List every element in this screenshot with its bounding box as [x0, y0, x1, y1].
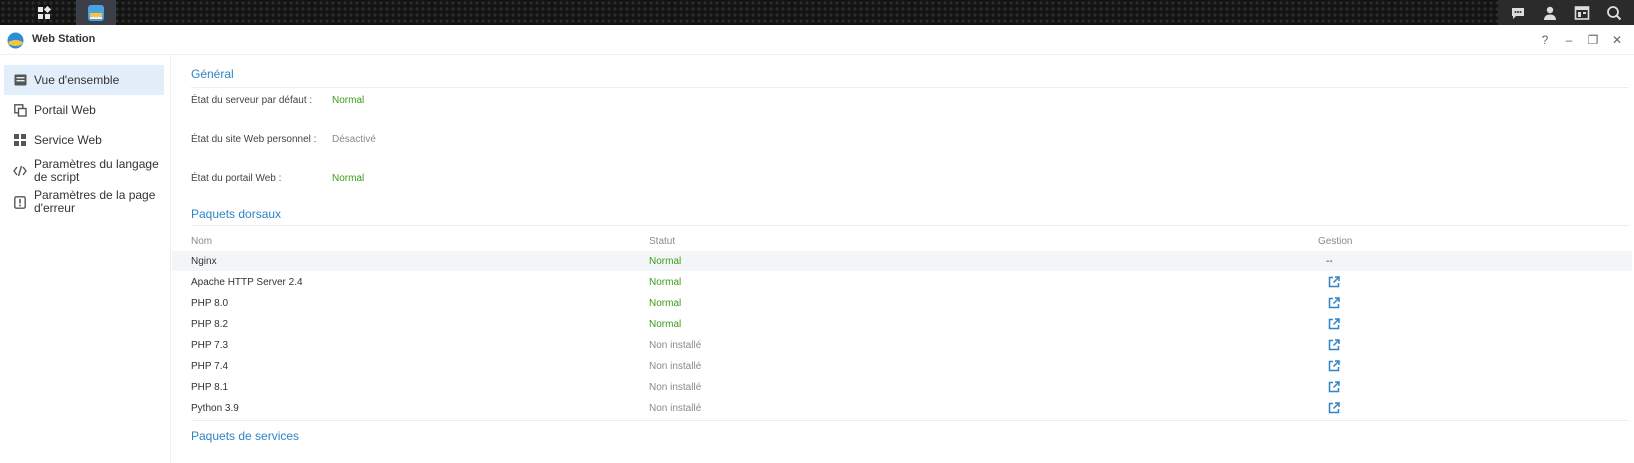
- sidebar: Vue d'ensemble Portail Web Service Web P…: [0, 55, 171, 463]
- package-name: PHP 7.4: [191, 361, 229, 372]
- webstation-logo-icon: [7, 32, 24, 49]
- sidebar-item-label: Portail Web: [34, 102, 96, 117]
- webstation-app-icon: [88, 4, 104, 21]
- default-server-status-label: État du serveur par défaut :: [191, 95, 313, 106]
- open-external-icon[interactable]: [1327, 297, 1341, 309]
- sidebar-item-label: Vue d'ensemble: [34, 72, 120, 87]
- personal-site-status-value: Désactivé: [332, 134, 376, 145]
- open-external-icon[interactable]: [1327, 318, 1341, 330]
- table-row[interactable]: Python 3.9 Non installé: [172, 398, 1632, 418]
- taskbar: [0, 0, 1634, 25]
- sidebar-item-web-service[interactable]: Service Web: [4, 126, 164, 154]
- table-row[interactable]: PHP 8.1 Non installé: [172, 377, 1632, 397]
- table-row[interactable]: PHP 8.0 Normal: [172, 293, 1632, 313]
- taskbar-tray: [1498, 0, 1634, 25]
- column-header-manage[interactable]: Gestion: [1318, 236, 1352, 247]
- sidebar-item-label: Paramètres du langage de script: [34, 157, 159, 184]
- table-row[interactable]: PHP 8.2 Normal: [172, 314, 1632, 334]
- package-name: PHP 8.1: [191, 382, 229, 393]
- package-name: Apache HTTP Server 2.4: [191, 277, 303, 288]
- widgets-icon[interactable]: [1571, 2, 1593, 24]
- sidebar-item-error-page[interactable]: Paramètres de la page d'erreur: [4, 187, 164, 217]
- open-external-icon[interactable]: [1327, 402, 1341, 414]
- section-divider: [191, 420, 1629, 421]
- window-controls: ? – ❐ ✕: [1536, 31, 1626, 49]
- close-button[interactable]: ✕: [1608, 31, 1626, 49]
- table-row[interactable]: PHP 7.4 Non installé: [172, 356, 1632, 376]
- default-server-status-value: Normal: [332, 95, 365, 106]
- help-button[interactable]: ?: [1536, 31, 1554, 49]
- table-row[interactable]: Nginx Normal --: [172, 251, 1632, 271]
- column-header-name[interactable]: Nom: [191, 236, 212, 247]
- package-status: Normal: [649, 256, 682, 267]
- section-divider: [191, 87, 1629, 88]
- package-status: Non installé: [649, 361, 702, 372]
- main-menu-button[interactable]: [22, 0, 66, 25]
- package-name: PHP 7.3: [191, 340, 229, 351]
- alert-icon: [13, 195, 27, 209]
- search-icon[interactable]: [1603, 2, 1625, 24]
- package-name: Nginx: [191, 256, 217, 267]
- window-titlebar: Web Station ? – ❐ ✕: [0, 25, 1634, 55]
- package-status: Normal: [649, 277, 682, 288]
- open-external-icon[interactable]: [1327, 381, 1341, 393]
- package-name: PHP 8.2: [191, 319, 229, 330]
- minimize-button[interactable]: –: [1560, 31, 1578, 49]
- table-row[interactable]: Apache HTTP Server 2.4 Normal: [172, 272, 1632, 292]
- sidebar-item-script-language[interactable]: Paramètres du langage de script: [4, 156, 164, 186]
- package-status: Non installé: [649, 403, 702, 414]
- web-portal-status-label: État du portail Web :: [191, 173, 282, 184]
- section-services-title: Paquets de services: [191, 429, 300, 443]
- window-title: Web Station: [32, 33, 96, 45]
- sidebar-item-label: Service Web: [34, 132, 102, 147]
- package-name: Python 3.9: [191, 403, 239, 414]
- manage-none: --: [1326, 256, 1333, 267]
- package-status: Normal: [649, 319, 682, 330]
- section-backend-title: Paquets dorsaux: [191, 207, 282, 221]
- user-icon[interactable]: [1539, 2, 1561, 24]
- section-divider: [191, 225, 1629, 226]
- package-name: PHP 8.0: [191, 298, 229, 309]
- main-content: Général État du serveur par défaut : Nor…: [172, 55, 1634, 463]
- web-portal-status-value: Normal: [332, 173, 365, 184]
- taskbar-webstation-button[interactable]: [76, 0, 116, 25]
- package-status: Non installé: [649, 340, 702, 351]
- open-external-icon[interactable]: [1327, 360, 1341, 372]
- package-status: Non installé: [649, 382, 702, 393]
- open-external-icon[interactable]: [1327, 276, 1341, 288]
- sidebar-item-web-portal[interactable]: Portail Web: [4, 96, 164, 124]
- code-icon: [13, 164, 27, 178]
- column-header-status[interactable]: Statut: [649, 236, 675, 247]
- package-status: Normal: [649, 298, 682, 309]
- portal-icon: [13, 103, 27, 117]
- chat-icon[interactable]: [1507, 2, 1529, 24]
- grid-menu-icon: [38, 5, 51, 19]
- open-external-icon[interactable]: [1327, 339, 1341, 351]
- sidebar-item-label: Paramètres de la page d'erreur: [34, 188, 156, 215]
- table-row[interactable]: PHP 7.3 Non installé: [172, 335, 1632, 355]
- section-general-title: Général: [191, 67, 234, 81]
- sidebar-item-overview[interactable]: Vue d'ensemble: [4, 65, 164, 95]
- grid-icon: [13, 133, 27, 147]
- restore-button[interactable]: ❐: [1584, 31, 1602, 49]
- overview-icon: [13, 73, 27, 87]
- personal-site-status-label: État du site Web personnel :: [191, 134, 317, 145]
